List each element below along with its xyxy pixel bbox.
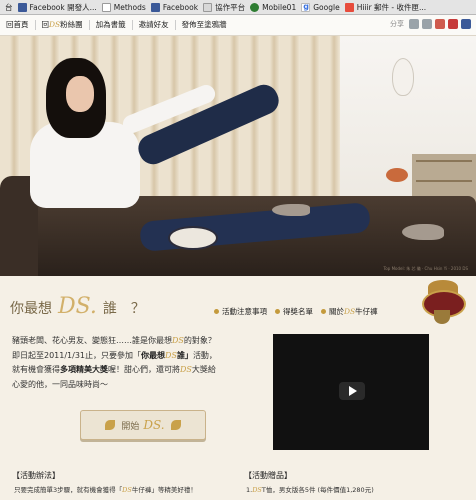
link-notes[interactable]: 活動注意事項 <box>214 306 267 317</box>
model-shoe <box>272 204 310 216</box>
intro-line: 即日起至2011/1/31止，只要參加「你最想DS誰」活動， <box>12 350 217 360</box>
bullet-icon <box>321 309 326 314</box>
bullet-icon <box>214 309 219 314</box>
campaign-links: 活動注意事項 得獎名單 關於 DS 牛仔褲 <box>214 306 378 317</box>
bookmark-google[interactable]: Google <box>301 2 340 12</box>
ds-logo-text: DS <box>252 486 262 494</box>
hero-banner: Top Model: 朱 芯 儀 · Chu Hsin Yi · 2010 DS <box>0 36 476 276</box>
document-icon <box>101 2 111 12</box>
campaign-intro: 豬頭老闆、花心男友、變態狂……誰是你最想DS的對象？ 即日起至2011/1/31… <box>12 334 268 392</box>
ds-logo-text: DS <box>122 486 132 494</box>
link-label: 活動注意事項 <box>222 307 267 316</box>
link-label: 得獎名單 <box>283 307 313 316</box>
intro-line: 豬頭老闆、花心男友、變態狂……誰是你最想DS的對象？ <box>12 336 216 345</box>
link-suffix: 牛仔褲 <box>355 307 378 316</box>
ds-logo-text: DS <box>344 307 356 316</box>
nav-fanpage-prefix: 回 <box>41 20 50 29</box>
ds-logo-text: DS <box>49 20 61 29</box>
bookmark-mobile01[interactable]: Mobile01 <box>250 2 297 12</box>
email-icon[interactable] <box>409 19 419 29</box>
rules-text: 只要完成簡單3步驟，就有機會獲得「DS牛仔褲」等精美好禮！ <box>14 486 197 494</box>
leaf-icon <box>105 420 116 430</box>
ds-logo-text: DS <box>172 336 184 345</box>
ds-logo-text: DS <box>165 350 177 360</box>
bookmark-facebook-dev[interactable]: Facebook 開發人... <box>17 2 97 13</box>
print-icon[interactable] <box>422 19 432 29</box>
share-icon[interactable] <box>448 19 458 29</box>
prizes-title: 【活動贈品】 <box>244 471 292 480</box>
bookmark-label: 台 <box>5 2 13 12</box>
headline-suffix: 誰 <box>102 301 117 317</box>
wall-mask <box>392 58 414 96</box>
campaign-section: 你最想 DS. 誰 ？ 活動注意事項 得獎名單 關於 DS 牛仔褲 豬頭老闆、花心男… <box>0 276 476 500</box>
nav-fanpage[interactable]: 回DS粉絲團 <box>36 20 90 30</box>
video-player[interactable] <box>273 334 429 450</box>
nav-fanpage-suffix: 粉絲團 <box>60 20 83 29</box>
nav-invite[interactable]: 邀請好友 <box>133 20 176 30</box>
link-about-ds[interactable]: 關於 DS 牛仔褲 <box>321 306 378 317</box>
bookmark-label: Hiiir 郵件 - 收件匣... <box>356 2 427 12</box>
model-face <box>66 76 94 112</box>
bookmark-label: Methods <box>113 2 146 12</box>
bookmark-hiiir[interactable]: Hiiir 郵件 - 收件匣... <box>344 2 427 13</box>
bookmark-label: Facebook <box>162 2 199 12</box>
leaf-icon <box>170 420 181 430</box>
hiiir-mail-icon <box>344 2 354 12</box>
start-button[interactable]: 開始 DS. <box>80 410 206 440</box>
page-icon <box>203 2 213 12</box>
bookmarks-bar: 台 Facebook 開發人... Methods Facebook 協作平台 … <box>0 0 476 15</box>
facebook-icon <box>150 2 160 12</box>
start-label: 開始 <box>121 421 140 432</box>
headline-prefix: 你最想 <box>10 301 52 317</box>
nav-post-wall[interactable]: 發佈至塗鴉牆 <box>176 20 233 30</box>
share-bar: 分享 <box>390 19 471 29</box>
bookmark-label: Facebook 開發人... <box>29 2 97 12</box>
carnival-mask-icon <box>414 280 470 326</box>
bullet-icon <box>275 309 280 314</box>
photo-credit: Top Model: 朱 芯 儀 · Chu Hsin Yi · 2010 DS <box>383 266 468 271</box>
bookmark-1[interactable]: 台 <box>5 2 13 13</box>
bookmark-label: Google <box>313 2 340 12</box>
intro-line: 就有機會獲得多項精美大獎喔！甜心們，還可將DS大獎給 <box>12 365 216 374</box>
nav-home[interactable]: 回首頁 <box>0 20 36 30</box>
plurk-icon[interactable] <box>435 19 445 29</box>
link-prefix: 關於 <box>329 307 344 316</box>
site-nav: 回首頁 回DS粉絲團 加為書籤 邀請好友 發佈至塗鴉牆 分享 <box>0 15 476 36</box>
headline-question: ？ <box>130 301 145 317</box>
link-winners[interactable]: 得獎名單 <box>275 306 313 317</box>
flower-vase <box>386 168 408 182</box>
ds-logo-text: DS. <box>143 418 165 432</box>
model-shoe <box>402 224 444 240</box>
ds-logo: DS. <box>58 294 97 319</box>
ds-logo-text: DS <box>180 365 192 374</box>
bookmark-facebook[interactable]: Facebook <box>150 2 199 12</box>
facebook-icon <box>17 2 27 12</box>
bookmark-label: 協作平台 <box>215 2 246 12</box>
google-icon <box>301 2 311 12</box>
facebook-share-icon[interactable] <box>461 19 471 29</box>
bookmark-collab[interactable]: 協作平台 <box>203 2 245 13</box>
intro-line: 心愛的他，一同品味時尚～ <box>12 379 108 389</box>
bookmark-label: Mobile01 <box>262 2 297 12</box>
nav-bookmark[interactable]: 加為書籤 <box>90 20 133 30</box>
masquerade-mask <box>168 226 218 250</box>
share-label: 分享 <box>390 20 404 28</box>
mobile01-icon <box>250 2 260 12</box>
campaign-headline: 你最想 DS. 誰 ？ <box>10 294 145 319</box>
bookmark-methods[interactable]: Methods <box>101 2 146 12</box>
rules-title: 【活動辦法】 <box>12 471 60 480</box>
play-icon[interactable] <box>339 382 365 400</box>
prizes-text: 1.DST恤，男女版各5件 (每件價值1,280元) <box>246 486 374 494</box>
